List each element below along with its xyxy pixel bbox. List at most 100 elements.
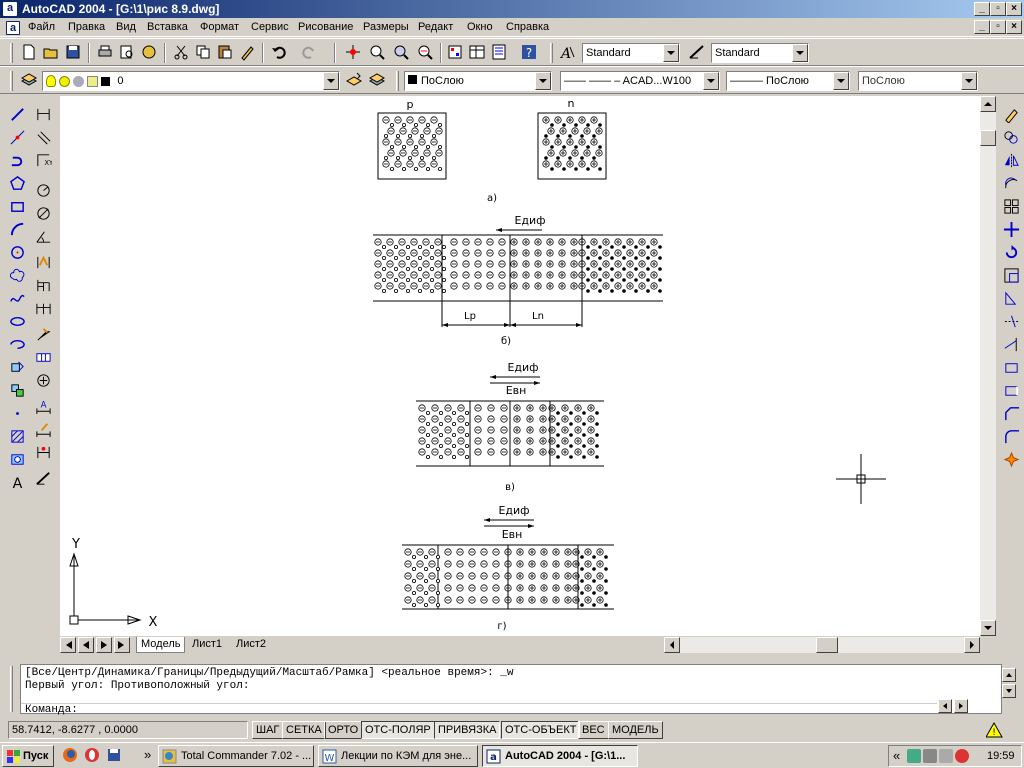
cmd-scroll-left-button[interactable]: [938, 699, 952, 713]
menu-window[interactable]: Окно: [467, 21, 493, 33]
linetype-select[interactable]: —— —— – ACAD...W100: [560, 71, 720, 91]
properties-icon[interactable]: [444, 41, 466, 63]
menu-help[interactable]: Справка: [506, 21, 549, 33]
doc-close-button[interactable]: ×: [1006, 20, 1022, 34]
linear-dim-icon[interactable]: [33, 104, 53, 124]
tolerance-icon[interactable]: [33, 347, 53, 367]
tool-palettes-icon[interactable]: [488, 41, 510, 63]
opera-icon[interactable]: [84, 747, 100, 763]
revision-cloud-icon[interactable]: [7, 265, 27, 285]
ellipse-arc-icon[interactable]: [7, 334, 27, 354]
save-icon[interactable]: [62, 41, 84, 63]
vertical-scroll-thumb[interactable]: [980, 130, 996, 146]
design-center-icon[interactable]: [466, 41, 488, 63]
break-icon[interactable]: [1001, 380, 1021, 400]
rectangle-icon[interactable]: [7, 196, 27, 216]
match-properties-icon[interactable]: [236, 41, 258, 63]
menu-file[interactable]: Файл: [28, 21, 55, 33]
doc-restore-button[interactable]: ▫: [990, 20, 1006, 34]
print-icon[interactable]: [94, 41, 116, 63]
taskbar-item-word[interactable]: W Лекции по КЭМ для эне...: [318, 745, 478, 767]
tab-model[interactable]: Модель: [136, 637, 186, 653]
scroll-right-button[interactable]: [964, 637, 980, 653]
lineweight-toggle[interactable]: ВЕС: [578, 721, 609, 739]
otrack-toggle[interactable]: ОТС-ОБЪЕКТ: [501, 721, 581, 739]
tab-first-button[interactable]: [60, 637, 76, 653]
spline-icon[interactable]: [7, 288, 27, 308]
tray-app-icon[interactable]: [939, 749, 953, 763]
cmd-scroll-up-button[interactable]: [1002, 668, 1016, 682]
hatch-icon[interactable]: [7, 426, 27, 446]
tab-prev-button[interactable]: [78, 637, 94, 653]
erase-icon[interactable]: [1001, 104, 1021, 124]
taskbar-item-autocad[interactable]: a AutoCAD 2004 - [G:\1...: [482, 745, 638, 767]
command-history[interactable]: [Все/Центр/Динамика/Границы/Предыдущий/М…: [20, 664, 1002, 716]
menu-insert[interactable]: Вставка: [147, 21, 188, 33]
aligned-dim-icon[interactable]: [33, 127, 53, 147]
start-button[interactable]: Пуск: [2, 745, 54, 767]
polygon-icon[interactable]: [7, 173, 27, 193]
menu-edit[interactable]: Правка: [68, 21, 105, 33]
point-icon[interactable]: [7, 403, 27, 423]
quick-dim-icon[interactable]: [33, 252, 53, 272]
dimension-style-icon[interactable]: [33, 468, 53, 488]
quick-leader-icon[interactable]: [33, 324, 53, 344]
tab-layout2[interactable]: Лист2: [232, 637, 270, 653]
move-icon[interactable]: [1001, 219, 1021, 239]
tray-expand[interactable]: «: [893, 748, 900, 763]
menu-view[interactable]: Вид: [116, 21, 136, 33]
menu-format[interactable]: Формат: [200, 21, 239, 33]
horizontal-scrollbar[interactable]: [664, 637, 980, 653]
scale-icon[interactable]: [1001, 265, 1021, 285]
scroll-down-button[interactable]: [980, 620, 996, 636]
menu-tools[interactable]: Сервис: [251, 21, 289, 33]
diameter-dim-icon[interactable]: [33, 203, 53, 223]
redo-icon[interactable]: [298, 41, 320, 63]
copy-icon[interactable]: [192, 41, 214, 63]
snap-toggle[interactable]: ШАГ: [252, 721, 284, 739]
trim-icon[interactable]: [1001, 311, 1021, 331]
disk-icon[interactable]: [106, 747, 122, 763]
print-preview-icon[interactable]: [116, 41, 138, 63]
polar-toggle[interactable]: ОТС-ПОЛЯР: [361, 721, 435, 739]
scroll-left-button[interactable]: [664, 637, 680, 653]
taskbar-item-total-commander[interactable]: Total Commander 7.02 - ...: [158, 745, 314, 767]
zoom-previous-icon[interactable]: [414, 41, 436, 63]
radius-dim-icon[interactable]: [33, 180, 53, 200]
network-icon[interactable]: [907, 749, 921, 763]
cmd-scroll-right-button[interactable]: [954, 699, 968, 713]
autocad-app-icon[interactable]: a: [3, 2, 17, 16]
osnap-toggle[interactable]: ПРИВЯЗКА: [434, 721, 501, 739]
polyline-icon[interactable]: [7, 150, 27, 170]
array-icon[interactable]: [1001, 196, 1021, 216]
stretch-icon[interactable]: [1001, 288, 1021, 308]
offset-icon[interactable]: [1001, 173, 1021, 193]
model-toggle[interactable]: МОДЕЛЬ: [608, 721, 663, 739]
toolbar-grip[interactable]: [10, 43, 13, 63]
maximize-button[interactable]: ▫: [990, 2, 1006, 16]
undo-icon[interactable]: [268, 41, 290, 63]
communication-center-icon[interactable]: !: [985, 721, 1006, 738]
paste-icon[interactable]: [214, 41, 236, 63]
angular-dim-icon[interactable]: [33, 226, 53, 246]
layer-previous-icon[interactable]: [366, 69, 388, 91]
text-style-icon[interactable]: A: [556, 41, 578, 63]
command-input[interactable]: Команда:: [21, 703, 937, 716]
open-icon[interactable]: [40, 41, 62, 63]
doc-minimize-button[interactable]: _: [974, 20, 990, 34]
coordinates-display[interactable]: 58.7412, -8.6277 , 0.0000: [8, 721, 248, 739]
fillet-icon[interactable]: [1001, 426, 1021, 446]
zoom-window-icon[interactable]: [390, 41, 412, 63]
tray-app-icon[interactable]: [923, 749, 937, 763]
menu-draw[interactable]: Рисование: [298, 21, 353, 33]
continue-dim-icon[interactable]: [33, 298, 53, 318]
region-icon[interactable]: [7, 449, 27, 469]
menu-dimension[interactable]: Размеры: [363, 21, 409, 33]
plotstyle-select[interactable]: ПоСлою: [858, 71, 978, 91]
text-style-select[interactable]: Standard: [582, 43, 680, 63]
line-icon[interactable]: [7, 104, 27, 124]
quick-launch-more[interactable]: »: [144, 747, 151, 762]
explode-icon[interactable]: [1001, 449, 1021, 469]
dim-style-select[interactable]: Standard: [711, 43, 809, 63]
construction-line-icon[interactable]: [7, 127, 27, 147]
